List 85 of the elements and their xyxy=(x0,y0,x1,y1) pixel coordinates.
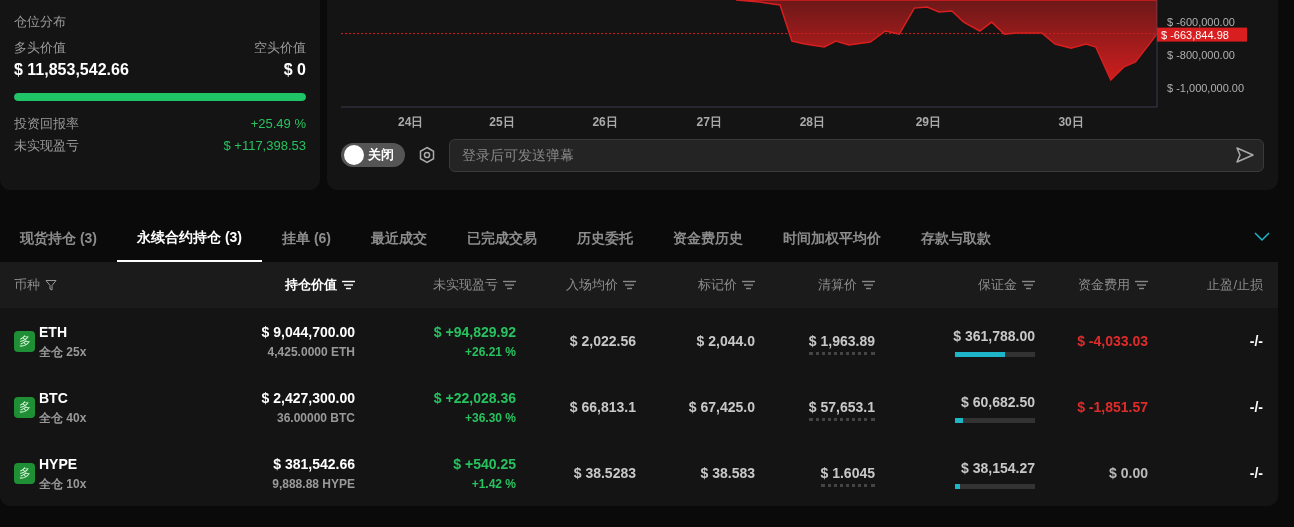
column-header[interactable]: 资金费用 xyxy=(1078,275,1130,295)
pnl-percent: +1.42 % xyxy=(470,475,516,493)
unrealized-pnl: $ +22,028.36 xyxy=(433,388,516,408)
tab[interactable]: 挂单 (6) xyxy=(262,215,351,262)
x-axis-label: 24日 xyxy=(398,115,424,129)
funding-fee: $ -1,851.57 xyxy=(1077,398,1148,415)
position-size: 9,888.88 HYPE xyxy=(272,475,355,493)
tab[interactable]: 时间加权平均价 xyxy=(763,215,901,262)
tab[interactable]: 最近成交 xyxy=(351,215,447,262)
sort-icon[interactable] xyxy=(342,280,355,290)
liquidation-price: $ 57,653.1 xyxy=(808,398,875,421)
margin-mode: 全仓 25x xyxy=(39,343,87,361)
tab[interactable]: 资金费历史 xyxy=(653,215,763,262)
stat-label: 投资回报率 xyxy=(14,114,79,133)
long-value: $ 11,853,542.66 xyxy=(14,59,129,80)
tab[interactable]: 历史委托 xyxy=(557,215,653,262)
tp-sl-value: -/- xyxy=(1249,332,1263,349)
position-value: $ 9,044,700.00 xyxy=(261,322,355,342)
stat-label: 未实现盈亏 xyxy=(14,137,79,156)
send-icon[interactable] xyxy=(1235,146,1255,164)
column-header[interactable]: 入场均价 xyxy=(566,275,618,295)
long-side-tag: 多 xyxy=(14,396,35,418)
column-header[interactable]: 保证金 xyxy=(978,275,1017,295)
x-axis-label: 29日 xyxy=(915,115,941,129)
long-value-label: 多头价值 xyxy=(14,39,66,57)
funding-fee: $ -4,033.03 xyxy=(1077,332,1148,349)
column-header[interactable]: 标记价 xyxy=(698,275,737,295)
mark-price: $ 2,044.0 xyxy=(696,332,755,349)
funding-fee: $ 0.00 xyxy=(1109,464,1148,481)
column-header[interactable]: 未实现盈亏 xyxy=(433,275,498,295)
coin-name: HYPE xyxy=(39,454,79,474)
entry-price: $ 2,022.56 xyxy=(569,332,636,349)
mark-price: $ 38.583 xyxy=(700,464,755,481)
message-input[interactable]: 登录后可发送弹幕 xyxy=(460,143,1235,167)
x-axis-label: 28日 xyxy=(799,115,826,129)
section-title: 仓位分布 xyxy=(14,13,67,31)
column-header[interactable]: 币种 xyxy=(14,275,40,295)
margin-mode: 全仓 40x xyxy=(39,409,87,427)
margin-value: $ 361,788.00 xyxy=(953,326,1035,346)
message-field[interactable]: 登录后可发送弹幕 xyxy=(449,138,1264,172)
y-axis-label: $ -600,000.00 xyxy=(1167,16,1235,29)
tab[interactable]: 已完成交易 xyxy=(447,215,557,262)
position-size: 4,425.0000 ETH xyxy=(266,343,355,361)
filter-icon[interactable] xyxy=(45,279,57,291)
mark-price: $ 67,425.0 xyxy=(688,398,755,415)
coin-name: BTC xyxy=(39,388,69,408)
short-value: $ 0 xyxy=(283,59,306,80)
ref-line-label: $ -663,844.98 xyxy=(1161,28,1229,41)
x-axis-label: 25日 xyxy=(489,115,515,129)
position-size: 36.00000 BTC xyxy=(275,409,355,427)
x-axis-label: 30日 xyxy=(1058,115,1084,129)
stat-value: $ +117,398.53 xyxy=(223,137,306,156)
column-header[interactable]: 清算价 xyxy=(818,275,857,295)
tp-sl-value: -/- xyxy=(1249,398,1263,415)
y-axis-label: $ -800,000.00 xyxy=(1167,49,1235,62)
margin-value: $ 60,682.50 xyxy=(960,392,1035,412)
entry-price: $ 66,813.1 xyxy=(569,398,636,415)
column-header[interactable]: 持仓价值 xyxy=(285,275,337,295)
liquidation-price: $ 1,963.89 xyxy=(808,332,875,355)
pnl-percent: +36.30 % xyxy=(463,409,516,427)
settings-icon[interactable] xyxy=(418,146,436,164)
column-header[interactable]: 止盈/止损 xyxy=(1207,275,1263,295)
unrealized-pnl: $ +540.25 xyxy=(453,454,516,474)
x-axis-label: 26日 xyxy=(592,115,618,129)
short-value-label: 空头价值 xyxy=(254,39,306,57)
margin-mode: 全仓 10x xyxy=(39,475,87,493)
danmaku-toggle[interactable]: 关闭 xyxy=(341,143,405,167)
pnl-percent: +26.21 % xyxy=(463,343,516,361)
entry-price: $ 38.5283 xyxy=(573,464,636,481)
unrealized-pnl: $ +94,829.92 xyxy=(433,322,516,342)
tp-sl-value: -/- xyxy=(1249,464,1263,481)
tab[interactable]: 现货持仓 (3) xyxy=(0,215,117,262)
stat-value: +25.49 % xyxy=(250,114,306,133)
current-value-tag: $ -663,844.98 xyxy=(1157,27,1247,42)
x-axis-label: 27日 xyxy=(696,115,722,129)
tab[interactable]: 存款与取款 xyxy=(901,215,1011,262)
long-side-tag: 多 xyxy=(14,462,35,484)
margin-value: $ 38,154.27 xyxy=(960,458,1035,478)
position-value: $ 381,542.66 xyxy=(272,454,355,474)
chevron-down-icon[interactable] xyxy=(1254,232,1270,242)
liquidation-price: $ 1.6045 xyxy=(820,464,875,487)
y-axis-label: $ -1,000,000.00 xyxy=(1167,82,1245,95)
position-value: $ 2,427,300.00 xyxy=(261,388,355,408)
coin-name: ETH xyxy=(39,322,68,342)
long-side-tag: 多 xyxy=(14,330,35,352)
